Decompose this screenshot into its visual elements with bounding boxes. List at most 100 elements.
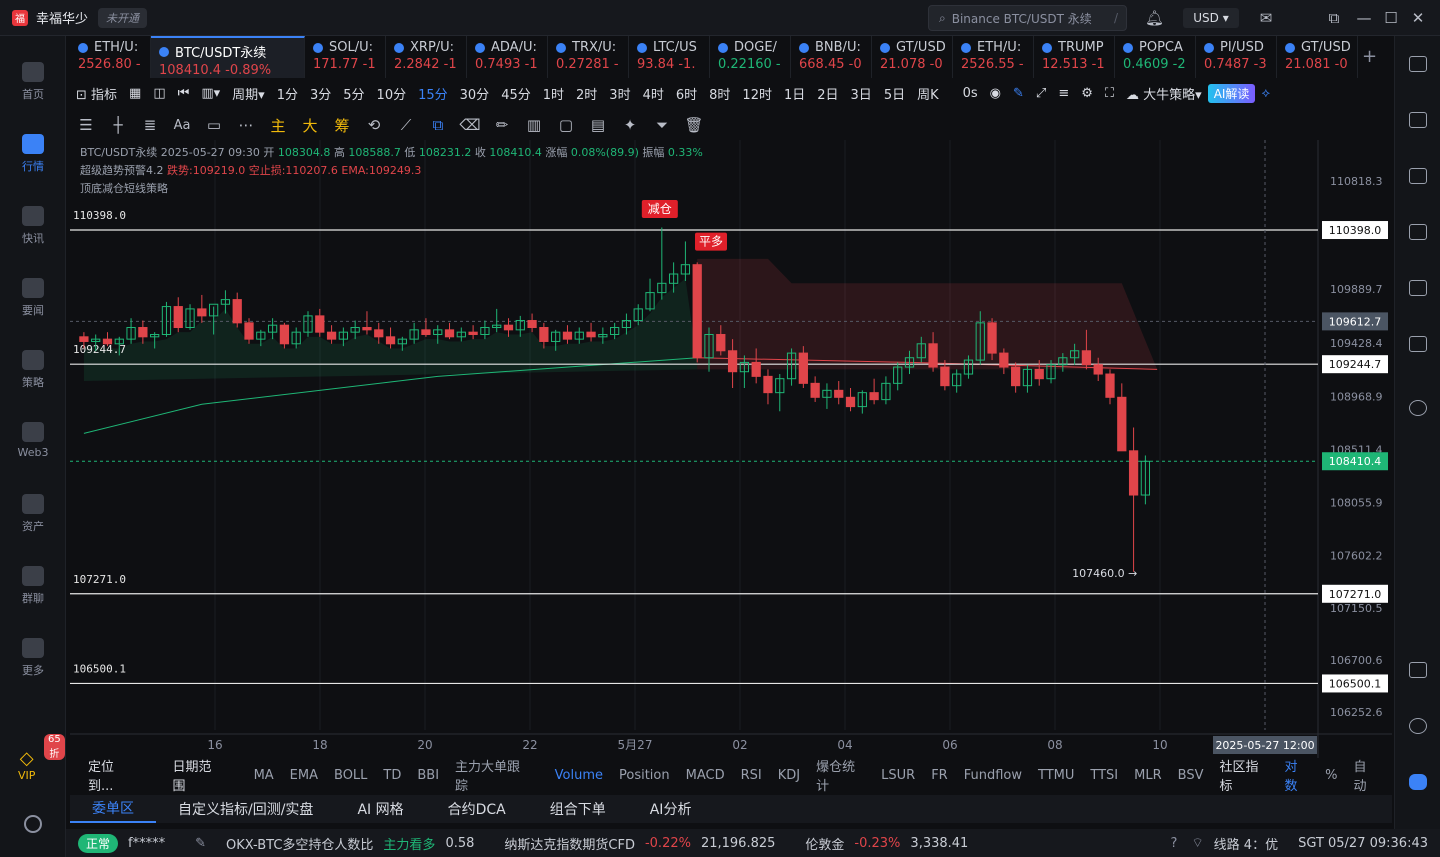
sidebar-item-2[interactable]: 快讯: [0, 206, 66, 246]
symbol-tab[interactable]: ETH/U: 2526.80 -: [70, 36, 151, 78]
document-icon[interactable]: [1409, 112, 1427, 128]
timeframe-16[interactable]: 3日: [845, 84, 878, 103]
panel-tab-0[interactable]: 委单区: [70, 795, 156, 823]
candle-body[interactable]: [138, 327, 148, 338]
timeframe-5[interactable]: 30分: [454, 84, 496, 103]
symbol-tab[interactable]: TRX/U: 0.27281 -: [548, 36, 629, 78]
refresh-icon[interactable]: [1409, 400, 1427, 416]
layout-icon[interactable]: [1409, 662, 1427, 678]
candle-body[interactable]: [1034, 368, 1044, 380]
maximize-icon[interactable]: ☐: [1382, 9, 1400, 27]
bell-icon[interactable]: 🔔︎: [1145, 9, 1164, 27]
main-indicator-3[interactable]: TD: [375, 768, 409, 783]
monitor-icon[interactable]: [1409, 280, 1427, 296]
copy-icon[interactable]: ⧉: [422, 116, 454, 134]
more-icon[interactable]: ⋯: [230, 116, 262, 134]
symbol-tab[interactable]: TRUMP 12.513 -1: [1034, 36, 1115, 78]
candle-body[interactable]: [928, 343, 938, 368]
sidebar-item-6[interactable]: 资产: [0, 494, 66, 534]
timeframe-7[interactable]: 1时: [537, 84, 570, 103]
community-indicator-button[interactable]: 社区指标: [1211, 756, 1276, 794]
route-label[interactable]: 线路 4：优: [1214, 834, 1278, 853]
vip-button[interactable]: 65折 ◇ VIP: [18, 734, 65, 782]
timeframe-13[interactable]: 12时: [736, 84, 778, 103]
trash-icon[interactable]: 🗑︎: [678, 116, 710, 134]
fullscreen-icon[interactable]: ⛶: [1099, 86, 1120, 101]
timeframe-12[interactable]: 8时: [703, 84, 736, 103]
candle-body[interactable]: [1128, 450, 1139, 496]
symbol-tab[interactable]: POPCA 0.4609 -2: [1115, 36, 1196, 78]
timeframe-18[interactable]: 周K: [911, 84, 945, 103]
sub-indicator-5[interactable]: 爆仓统计: [808, 756, 873, 794]
candle-body[interactable]: [173, 306, 183, 329]
main-indicator-2[interactable]: BOLL: [326, 768, 375, 783]
sub-indicator-8[interactable]: Fundflow: [956, 768, 1030, 783]
candle-body[interactable]: [999, 352, 1009, 368]
currency-select[interactable]: USD ▾: [1183, 8, 1239, 28]
symbol-tab[interactable]: ETH/U: 2526.55 -: [953, 36, 1034, 78]
mail-icon[interactable]: ✉: [1257, 9, 1275, 27]
sub-indicator-11[interactable]: MLR: [1126, 768, 1170, 783]
symbol-tab[interactable]: GT/USD 21.078 -0: [872, 36, 953, 78]
settings-icon[interactable]: [24, 815, 42, 833]
close-icon[interactable]: ✕: [1409, 9, 1427, 27]
symbol-tab[interactable]: SOL/U: 171.77 -1: [305, 36, 386, 78]
sidebar-item-8[interactable]: 更多: [0, 638, 66, 678]
candle-body[interactable]: [468, 331, 478, 335]
locate-button[interactable]: 定位到...: [80, 756, 145, 794]
sub-indicator-7[interactable]: FR: [923, 768, 956, 783]
sub-indicator-6[interactable]: LSUR: [873, 768, 923, 783]
candle-body[interactable]: [798, 352, 808, 384]
sidebar-item-1[interactable]: 行情: [0, 134, 66, 174]
symbol-tab[interactable]: PI/USD 0.7487 -3: [1196, 36, 1277, 78]
chart-area[interactable]: 16 18 20 22 5月27 02 04 06 08 10 110818.3 110398.0 10…: [70, 140, 1392, 758]
candlestick-chart[interactable]: 16 18 20 22 5月27 02 04 06 08 10 110818.3 110398.0 10…: [70, 140, 1392, 758]
candle-body[interactable]: [1093, 364, 1103, 375]
lines-icon[interactable]: ≡: [1052, 86, 1075, 101]
timeframe-6[interactable]: 45分: [495, 84, 537, 103]
big-tool[interactable]: 大: [294, 115, 326, 136]
date-range-select[interactable]: 日期范围: [165, 756, 230, 794]
robot-icon[interactable]: [1409, 774, 1427, 790]
panel-tab-1[interactable]: 自定义指标/回测/实盘: [156, 799, 335, 819]
expand-icon[interactable]: ⤢: [1030, 86, 1052, 101]
panel-tab-2[interactable]: AI 网格: [335, 799, 425, 819]
candle-body[interactable]: [197, 308, 207, 317]
edit-icon[interactable]: ✎: [195, 836, 206, 851]
candle-body[interactable]: [763, 375, 773, 394]
candle-body[interactable]: [102, 338, 113, 345]
candle-body[interactable]: [385, 336, 396, 345]
candle-body[interactable]: [810, 382, 820, 398]
magic-icon[interactable]: ✦: [614, 116, 646, 134]
candle-body[interactable]: [834, 389, 844, 398]
candle-body[interactable]: [279, 324, 290, 345]
rewind-icon[interactable]: ⏮: [172, 86, 196, 101]
candle-body[interactable]: [539, 327, 549, 342]
sub-indicator-12[interactable]: BSV: [1170, 768, 1212, 783]
timeframe-3[interactable]: 10分: [371, 84, 413, 103]
candle-body[interactable]: [751, 361, 761, 377]
timeframe-10[interactable]: 4时: [637, 84, 670, 103]
indicator-button[interactable]: ⊡ 指标: [70, 84, 123, 103]
strategy-select[interactable]: ☁ 大牛策略▾: [1120, 84, 1208, 103]
ruler-icon[interactable]: ▭: [198, 116, 230, 134]
candle-type-icon[interactable]: ▥▾: [195, 86, 226, 101]
symbol-tab[interactable]: XRP/U: 2.2842 -1: [386, 36, 467, 78]
add-tab-icon[interactable]: +: [1362, 46, 1377, 67]
candle-body[interactable]: [374, 329, 384, 338]
brush-icon[interactable]: ⟋: [390, 116, 422, 134]
timeframe-8[interactable]: 2时: [570, 84, 603, 103]
candle-body[interactable]: [1011, 366, 1021, 387]
main-tool[interactable]: 主: [262, 115, 294, 136]
sidebar-item-0[interactable]: 首页: [0, 62, 66, 102]
symbol-tab[interactable]: GT/USD 21.081 -0: [1277, 36, 1358, 78]
main-indicator-0[interactable]: MA: [246, 768, 282, 783]
share-icon[interactable]: ⟡: [1255, 86, 1276, 101]
menu-lines-icon[interactable]: ☰: [70, 116, 102, 134]
sidebar-item-5[interactable]: Web3: [0, 422, 66, 459]
timeframe-1[interactable]: 3分: [304, 84, 337, 103]
filter-icon[interactable]: ⏷: [646, 116, 678, 134]
candle-body[interactable]: [362, 327, 372, 331]
symbol-tab[interactable]: DOGE/0.22160 -: [710, 36, 791, 78]
pen-icon[interactable]: ✎: [1007, 86, 1030, 101]
